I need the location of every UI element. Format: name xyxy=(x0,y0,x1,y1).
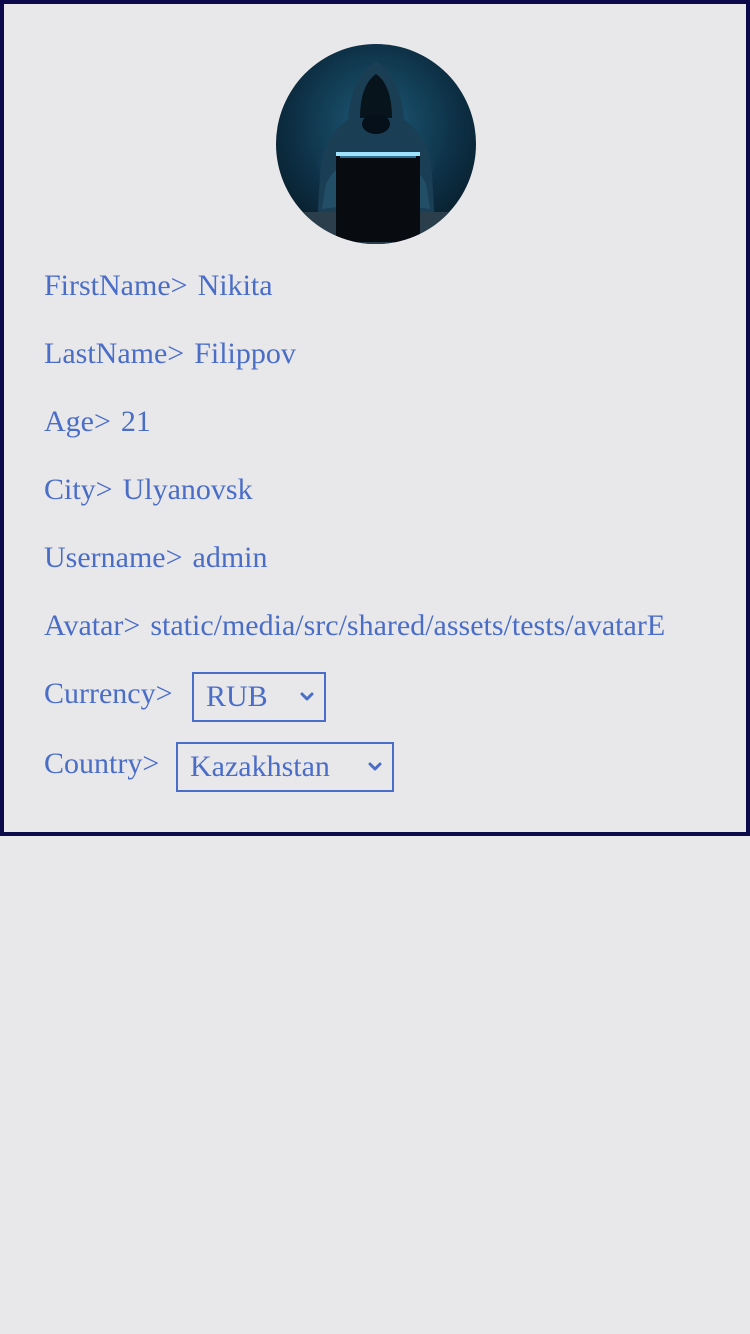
lastname-value: Filippov xyxy=(194,337,296,370)
city-label: City> xyxy=(44,473,113,506)
currency-label: Currency> xyxy=(44,677,173,710)
city-row: City> Ulyanovsk xyxy=(44,472,253,508)
profile-card: FirstName> Nikita LastName> Filippov Age> 2… xyxy=(0,0,750,836)
lastname-row: LastName> Filippov xyxy=(44,336,296,372)
username-label: Username> xyxy=(44,541,183,574)
chevron-down-icon xyxy=(368,760,382,774)
country-select[interactable]: Kazakhstan xyxy=(176,742,394,792)
country-row: Country> xyxy=(44,746,159,782)
currency-selected-value: RUB xyxy=(206,680,268,713)
firstname-label: FirstName> xyxy=(44,269,188,302)
country-label: Country> xyxy=(44,747,160,780)
avatar-path-label: Avatar> xyxy=(44,609,141,642)
city-value: Ulyanovsk xyxy=(122,473,253,506)
avatar-image xyxy=(276,44,476,244)
currency-row: Currency> xyxy=(44,676,173,712)
avatar-path-row: Avatar> static/media/src/shared/assets/te… xyxy=(44,608,665,644)
currency-select[interactable]: RUB xyxy=(192,672,326,722)
country-selected-value: Kazakhstan xyxy=(190,750,330,783)
firstname-row: FirstName> Nikita xyxy=(44,268,273,304)
hooded-hacker-avatar-icon xyxy=(276,44,476,244)
firstname-value: Nikita xyxy=(197,269,273,302)
username-row: Username> admin xyxy=(44,540,268,576)
avatar-path-value: static/media/src/shared/assets/tests/ava… xyxy=(150,609,666,642)
lastname-label: LastName> xyxy=(44,337,185,370)
chevron-down-icon xyxy=(300,690,314,704)
username-value: admin xyxy=(192,541,268,574)
age-label: Age> xyxy=(44,405,111,438)
age-value: 21 xyxy=(120,405,151,438)
age-row: Age> 21 xyxy=(44,404,151,440)
